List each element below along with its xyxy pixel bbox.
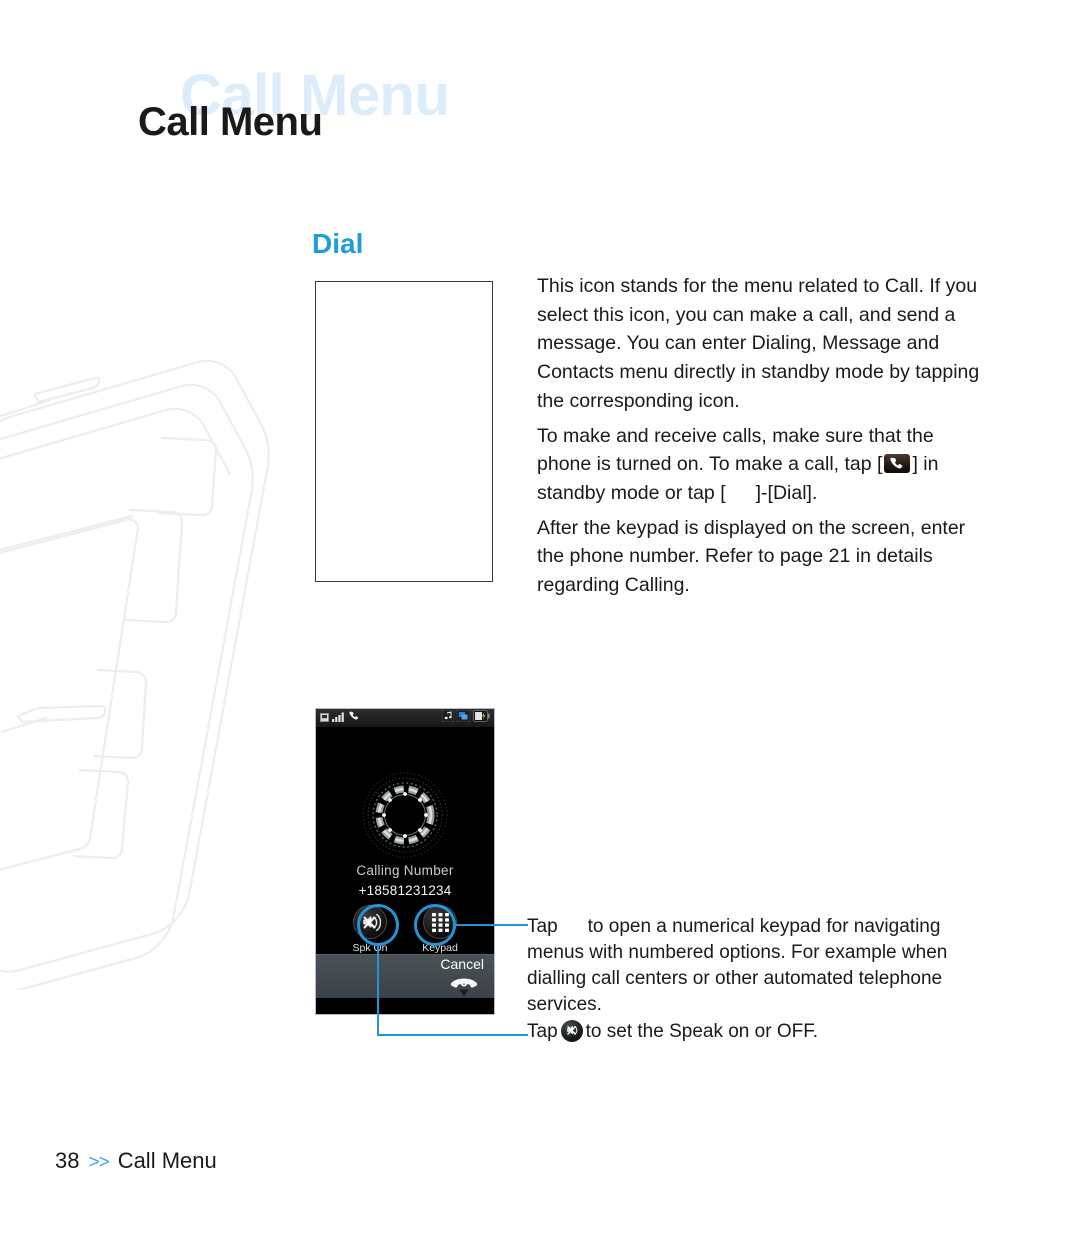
speaker-toggle-button[interactable]: Spk On — [344, 905, 396, 954]
music-note-icon — [441, 709, 455, 727]
device-status-bar — [316, 709, 494, 727]
phone-screenshot: Calling Number +18581231234 Spk On Keypa… — [315, 708, 495, 1015]
paragraph-keypad-ref: After the keypad is displayed on the scr… — [537, 516, 966, 597]
paragraph-make-call-part1: To make and receive calls, make sure tha… — [537, 424, 934, 476]
footer-page-number: 38 — [55, 1148, 80, 1173]
status-icons-right — [441, 709, 490, 727]
multitask-icon — [456, 709, 471, 727]
paragraph-intro: This icon stands for the menu related to… — [537, 275, 980, 412]
page-title: Call Menu — [138, 100, 323, 144]
speaker-mute-icon — [353, 905, 387, 939]
annotation-note-speaker: Tap to set the Speak on or OFF. — [527, 1019, 987, 1045]
signal-bars-icon — [332, 709, 346, 727]
leader-line-speaker-horizontal — [377, 1034, 528, 1036]
speaker-toggle-label: Spk On — [352, 942, 388, 954]
phone-outline-watermark — [0, 330, 320, 996]
calling-number-value: +18581231234 — [358, 883, 452, 898]
annotation-note-keypad: Tap to open a numerical keypad for naviga… — [527, 914, 987, 1018]
page-footer: 38 >> Call Menu — [55, 1148, 217, 1174]
paragraph-make-call: To make and receive calls, make sure tha… — [537, 422, 989, 508]
annotation-note-speaker-text: to set the Speak on or OFF. — [585, 1021, 818, 1042]
cancel-call-bar[interactable]: Cancel — [316, 954, 494, 998]
body-copy: This icon stands for the menu related to… — [537, 272, 989, 606]
phone-handset-icon — [884, 454, 911, 474]
calling-number-label: Calling Number — [356, 863, 454, 878]
status-icons-left — [320, 709, 360, 727]
annotation-note-keypad-prefix: Tap — [527, 916, 558, 937]
annotation-note-keypad-text: to open a numerical keypad for navigatin… — [527, 916, 948, 1015]
footer-chevron-icon: >> — [88, 1152, 109, 1173]
leader-line-speaker-vertical — [377, 946, 379, 1036]
keypad-button-label: Keypad — [422, 942, 458, 954]
calling-ring-graphic — [359, 769, 451, 861]
speaker-mute-icon-inline — [560, 1020, 583, 1042]
annotation-note-speaker-prefix: Tap — [527, 1021, 558, 1042]
in-call-buttons: Spk On Keypad — [316, 905, 494, 954]
keypad-button[interactable]: Keypad — [414, 905, 466, 954]
battery-charging-icon — [473, 709, 490, 727]
page-title-block: Call Menu Call Menu — [138, 62, 658, 172]
leader-line-keypad — [456, 924, 528, 926]
handset-icon — [349, 709, 360, 727]
icon-image-placeholder — [315, 281, 493, 582]
message-icon — [320, 709, 329, 727]
keypad-grid-icon — [423, 905, 457, 939]
device-bottom-bar — [316, 998, 494, 1014]
cancel-label: Cancel — [440, 956, 484, 972]
paragraph-make-call-part3: ]-[Dial]. — [755, 481, 818, 504]
section-heading-dial: Dial — [312, 228, 364, 259]
footer-section-label: Call Menu — [117, 1148, 217, 1173]
